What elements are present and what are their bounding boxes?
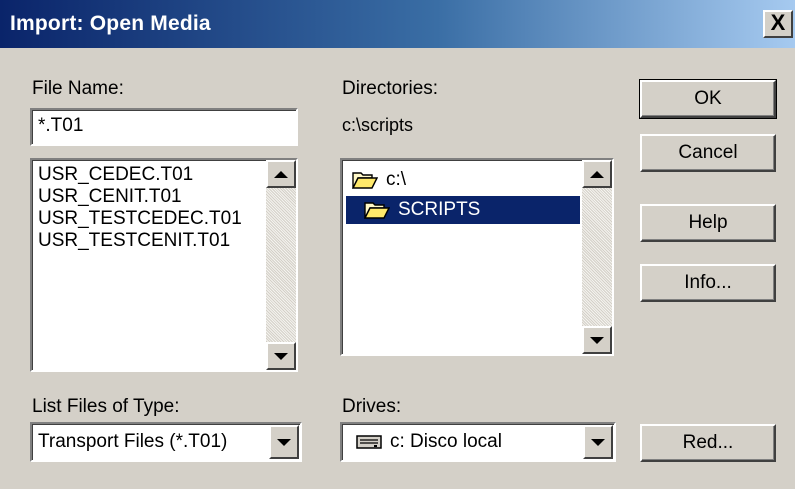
- drives-value: c: Disco local: [390, 431, 502, 452]
- file-list[interactable]: USR_CEDEC.T01 USR_CENIT.T01 USR_TESTCEDE…: [30, 158, 298, 372]
- close-button[interactable]: X: [763, 10, 793, 38]
- drives-select[interactable]: c: Disco local: [340, 422, 616, 462]
- directory-item-root[interactable]: c:\: [348, 166, 406, 194]
- open-folder-icon: [364, 202, 390, 219]
- scroll-down-button[interactable]: [582, 326, 612, 354]
- directory-list-scrollbar[interactable]: [582, 160, 612, 354]
- window-title: Import: Open Media: [10, 12, 211, 35]
- title-bar: Import: Open Media X: [0, 0, 795, 48]
- scroll-down-button[interactable]: [266, 342, 296, 370]
- file-name-value: *.T01: [38, 115, 84, 136]
- list-item[interactable]: USR_TESTCENIT.T01: [38, 230, 264, 252]
- file-list-scrollbar[interactable]: [266, 160, 296, 370]
- down-arrow-icon: [590, 336, 604, 344]
- file-name-input[interactable]: *.T01: [30, 108, 298, 146]
- close-icon: X: [770, 10, 786, 35]
- directory-list[interactable]: c:\ SCRIPTS: [340, 158, 614, 356]
- list-item[interactable]: USR_CENIT.T01: [38, 186, 264, 208]
- network-button[interactable]: Red...: [640, 424, 776, 462]
- up-arrow-icon: [590, 170, 604, 178]
- chevron-down-icon: [277, 438, 291, 446]
- scroll-up-button[interactable]: [266, 160, 296, 188]
- file-name-label: File Name:: [32, 78, 124, 99]
- current-directory-path: c:\scripts: [342, 115, 414, 135]
- ok-button[interactable]: OK: [639, 79, 777, 119]
- directory-label: c:\: [386, 169, 407, 190]
- file-type-value: Transport Files (*.T01): [38, 431, 228, 452]
- list-item[interactable]: USR_TESTCEDEC.T01: [38, 208, 264, 230]
- drives-dropdown-button[interactable]: [583, 425, 613, 459]
- file-type-dropdown-button[interactable]: [269, 425, 299, 459]
- open-folder-icon: [352, 172, 378, 189]
- chevron-down-icon: [591, 438, 605, 446]
- file-type-select[interactable]: Transport Files (*.T01): [30, 422, 302, 462]
- info-button[interactable]: Info...: [640, 264, 776, 302]
- directory-item-scripts[interactable]: SCRIPTS: [346, 196, 580, 224]
- cancel-button[interactable]: Cancel: [640, 134, 776, 172]
- hard-drive-icon: [356, 435, 382, 449]
- drives-value-wrap: c: Disco local: [356, 431, 502, 453]
- drives-label: Drives:: [342, 396, 402, 417]
- directories-label: Directories:: [342, 78, 439, 99]
- file-type-label: List Files of Type:: [32, 396, 180, 417]
- help-button[interactable]: Help: [640, 204, 776, 242]
- directory-label: SCRIPTS: [398, 199, 481, 220]
- up-arrow-icon: [274, 170, 288, 178]
- scroll-up-button[interactable]: [582, 160, 612, 188]
- list-item[interactable]: USR_CEDEC.T01: [38, 164, 264, 186]
- down-arrow-icon: [274, 352, 288, 360]
